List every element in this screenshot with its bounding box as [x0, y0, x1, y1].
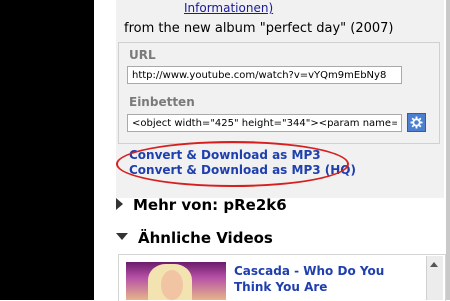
expand-arrow-icon — [116, 197, 123, 210]
embed-label: Einbetten — [129, 95, 195, 109]
similar-videos-title: Ähnliche Videos — [138, 229, 273, 247]
similar-videos-section[interactable]: Ähnliche Videos — [116, 229, 273, 247]
window-right-edge — [446, 0, 450, 300]
collapse-arrow-icon — [116, 233, 128, 240]
gear-icon — [410, 116, 423, 129]
convert-mp3-hq-link[interactable]: Convert & Download as MP3 (HQ) — [129, 163, 356, 177]
scroll-up-icon[interactable] — [430, 262, 438, 267]
embed-settings-button[interactable] — [407, 113, 426, 132]
convert-mp3-link[interactable]: Convert & Download as MP3 — [129, 148, 321, 162]
url-label: URL — [129, 48, 156, 62]
video-thumbnail[interactable] — [126, 262, 226, 300]
video-description: from the new album "perfect day" (2007) — [124, 21, 394, 36]
more-from-section[interactable]: Mehr von: pRe2k6 — [116, 196, 287, 214]
black-left-region — [0, 0, 94, 300]
url-field[interactable] — [127, 66, 402, 84]
related-video-title[interactable]: Cascada - Who Do You Think You Are — [234, 263, 414, 295]
embed-field[interactable] — [127, 114, 402, 132]
more-from-title: Mehr von: pRe2k6 — [133, 196, 287, 214]
informationen-link[interactable]: Informationen) — [184, 1, 273, 15]
